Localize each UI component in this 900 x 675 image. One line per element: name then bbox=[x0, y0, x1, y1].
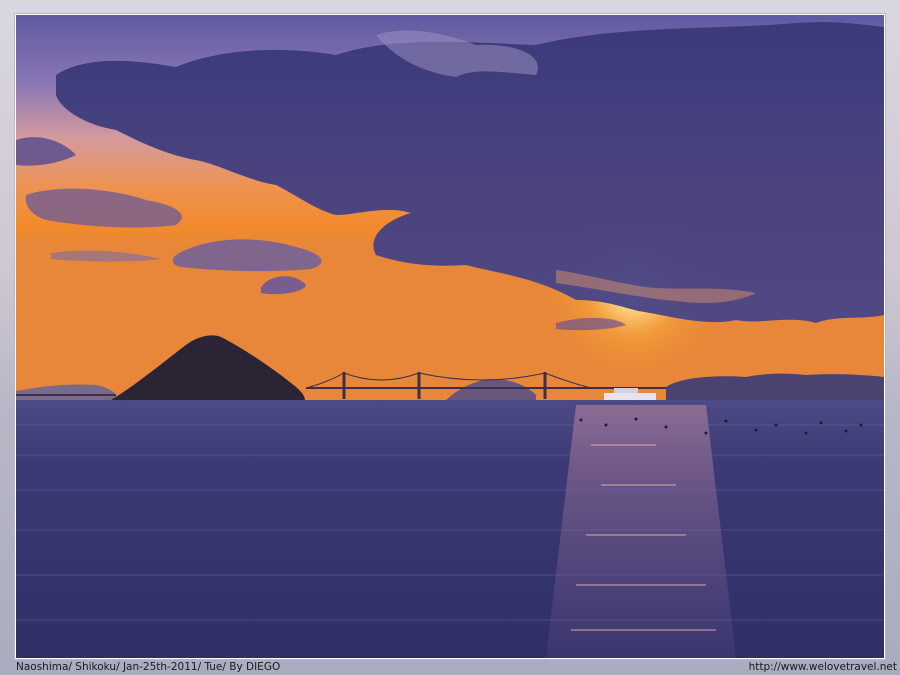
sunset-photo bbox=[16, 15, 884, 658]
sea bbox=[16, 400, 884, 658]
website-link[interactable]: http://www.welovetravel.net bbox=[749, 660, 897, 674]
photo-caption: Naoshima/ Shikoku/ Jan-25th-2011/ Tue/ B… bbox=[16, 661, 281, 673]
